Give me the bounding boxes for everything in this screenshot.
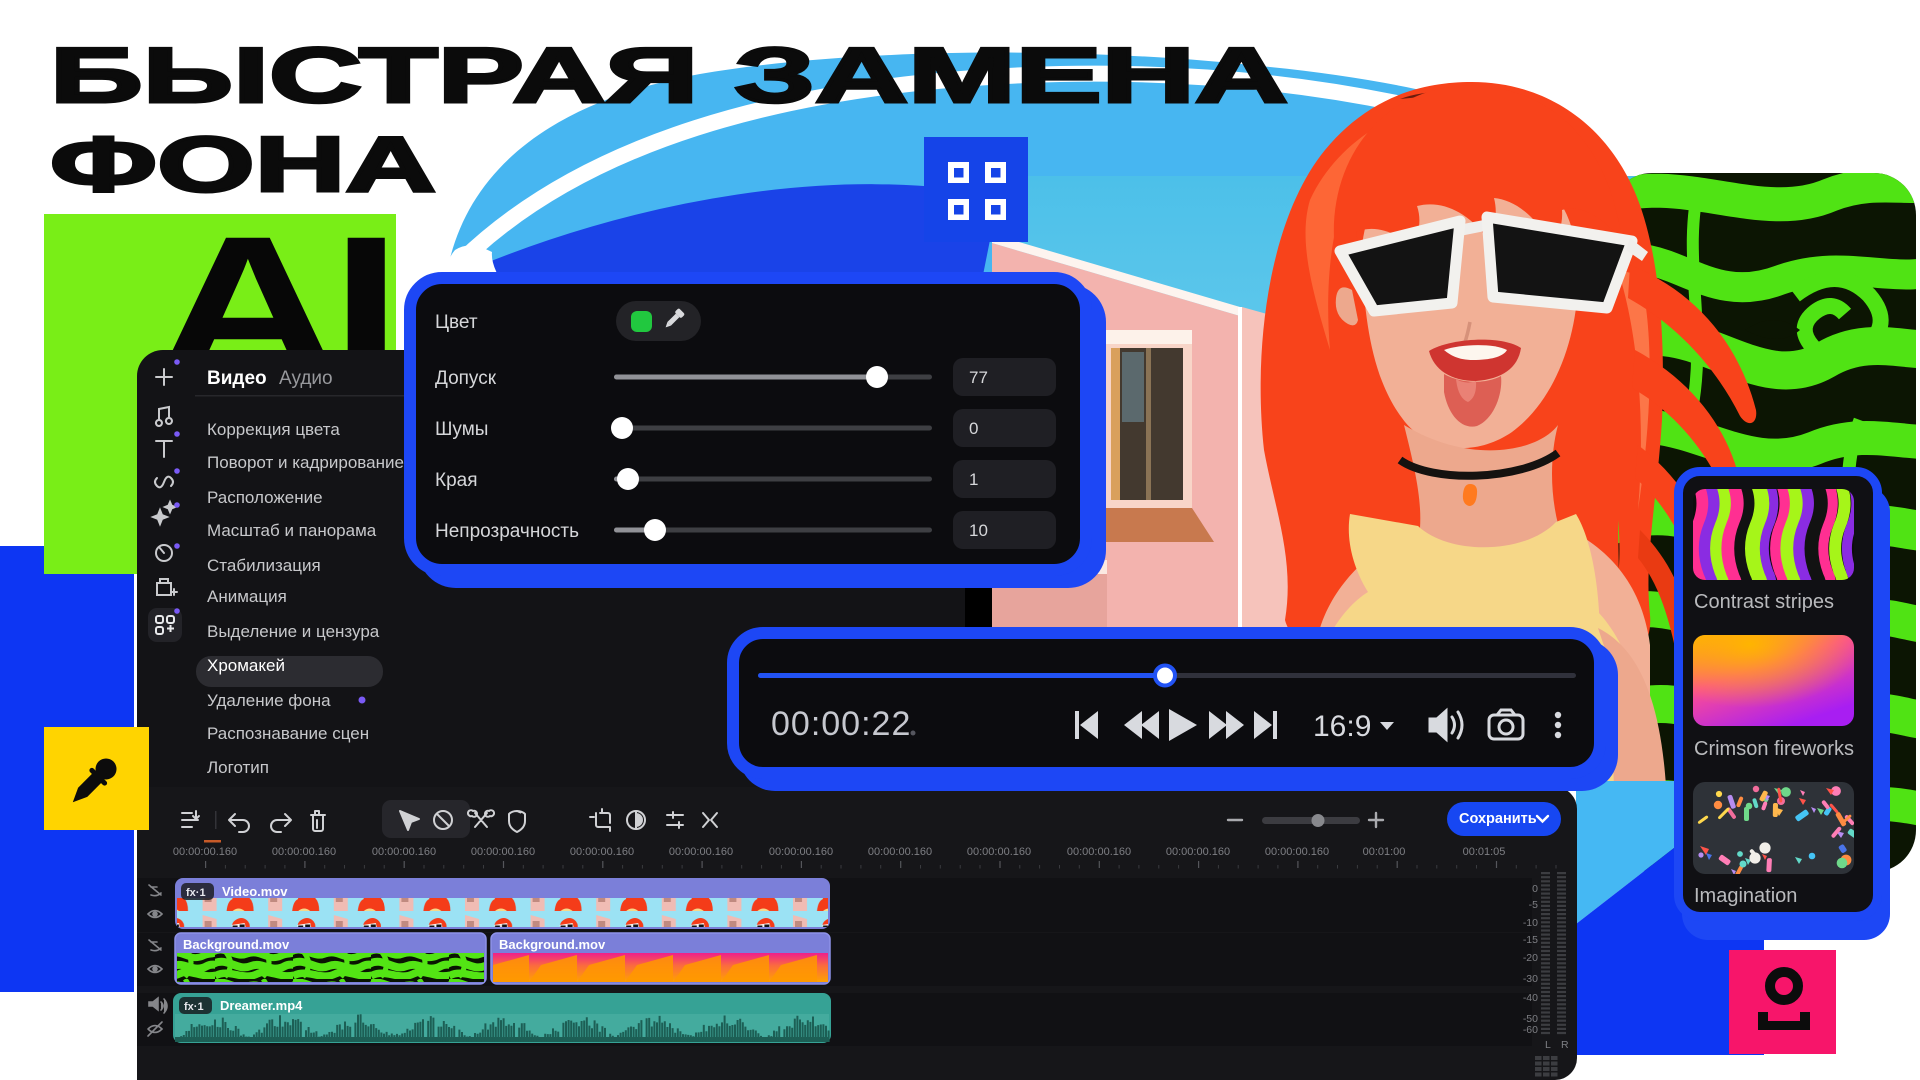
svg-text:00:00:00.160: 00:00:00.160 xyxy=(173,846,237,858)
svg-text:00:01:05: 00:01:05 xyxy=(1463,846,1506,858)
svg-text:-30: -30 xyxy=(1523,973,1538,985)
svg-text:Imagination: Imagination xyxy=(1694,885,1797,907)
svg-text:10: 10 xyxy=(969,521,988,540)
svg-text:00:00:00.160: 00:00:00.160 xyxy=(1067,846,1131,858)
svg-text:Шумы: Шумы xyxy=(435,419,488,440)
svg-text:fx·1: fx·1 xyxy=(186,887,206,899)
svg-text:00:00:00.160: 00:00:00.160 xyxy=(1265,846,1329,858)
svg-text:00:00:00.160: 00:00:00.160 xyxy=(967,846,1031,858)
svg-text:0: 0 xyxy=(969,419,978,438)
svg-text:00:00:00.160: 00:00:00.160 xyxy=(868,846,932,858)
svg-text:Непрозрачность: Непрозрачность xyxy=(435,521,579,542)
svg-text:-40: -40 xyxy=(1523,992,1538,1004)
svg-text:fx·1: fx·1 xyxy=(184,1001,204,1013)
svg-text:Crimson fireworks: Crimson fireworks xyxy=(1694,738,1854,760)
svg-text:Коррекция цвета: Коррекция цвета xyxy=(207,420,340,439)
svg-text:Background.mov: Background.mov xyxy=(499,937,606,952)
svg-text:Выделение и цензура: Выделение и цензура xyxy=(207,622,380,641)
svg-text:Края: Края xyxy=(435,470,478,491)
svg-text:-60: -60 xyxy=(1523,1024,1538,1036)
svg-text:-10: -10 xyxy=(1523,917,1538,929)
svg-text:Стабилизация: Стабилизация xyxy=(207,556,321,575)
svg-text:00:01:00: 00:01:00 xyxy=(1363,846,1406,858)
svg-text:ФОНА: ФОНА xyxy=(50,120,436,208)
svg-text:L: L xyxy=(1545,1039,1551,1051)
svg-text:00:00:00.160: 00:00:00.160 xyxy=(669,846,733,858)
svg-text:Аудио: Аудио xyxy=(279,368,333,389)
svg-text:Видео: Видео xyxy=(207,368,267,389)
svg-text:00:00:00.160: 00:00:00.160 xyxy=(570,846,634,858)
svg-text:Удаление фона: Удаление фона xyxy=(207,691,331,710)
svg-text:00:00:00.160: 00:00:00.160 xyxy=(769,846,833,858)
svg-text:00:00:22: 00:00:22 xyxy=(771,705,911,743)
svg-text:-15: -15 xyxy=(1523,934,1538,946)
svg-text:-20: -20 xyxy=(1523,952,1538,964)
svg-text:Background.mov: Background.mov xyxy=(183,937,290,952)
svg-text:Video.mov: Video.mov xyxy=(222,884,288,899)
svg-text:00:00:00.160: 00:00:00.160 xyxy=(471,846,535,858)
svg-text:0: 0 xyxy=(1532,883,1538,895)
svg-text:Contrast stripes: Contrast stripes xyxy=(1694,591,1834,613)
svg-text:00:00:00.160: 00:00:00.160 xyxy=(1166,846,1230,858)
svg-text:77: 77 xyxy=(969,368,988,387)
svg-text:16:9: 16:9 xyxy=(1313,710,1371,743)
svg-text:Поворот и кадрирование: Поворот и кадрирование xyxy=(207,453,404,472)
svg-text:Сохранить: Сохранить xyxy=(1459,811,1537,827)
svg-text:00:00:00.160: 00:00:00.160 xyxy=(272,846,336,858)
svg-text:Анимация: Анимация xyxy=(207,587,287,606)
svg-text:БЫСТРАЯ ЗАМЕНА: БЫСТРАЯ ЗАМЕНА xyxy=(50,31,1288,119)
svg-text:Dreamer.mp4: Dreamer.mp4 xyxy=(220,998,303,1013)
svg-text:Цвет: Цвет xyxy=(435,312,478,333)
svg-text:Масштаб и панорама: Масштаб и панорама xyxy=(207,521,377,540)
svg-text:R: R xyxy=(1561,1039,1569,1051)
svg-text:1: 1 xyxy=(969,470,978,489)
svg-text:Расположение: Расположение xyxy=(207,488,323,507)
svg-text:Логотип: Логотип xyxy=(207,758,269,777)
svg-text:00:00:00.160: 00:00:00.160 xyxy=(372,846,436,858)
svg-text:-5: -5 xyxy=(1529,899,1538,911)
svg-text:Допуск: Допуск xyxy=(435,368,497,389)
svg-text:Хромакей: Хромакей xyxy=(207,656,285,675)
svg-text:Распознавание сцен: Распознавание сцен xyxy=(207,724,369,743)
